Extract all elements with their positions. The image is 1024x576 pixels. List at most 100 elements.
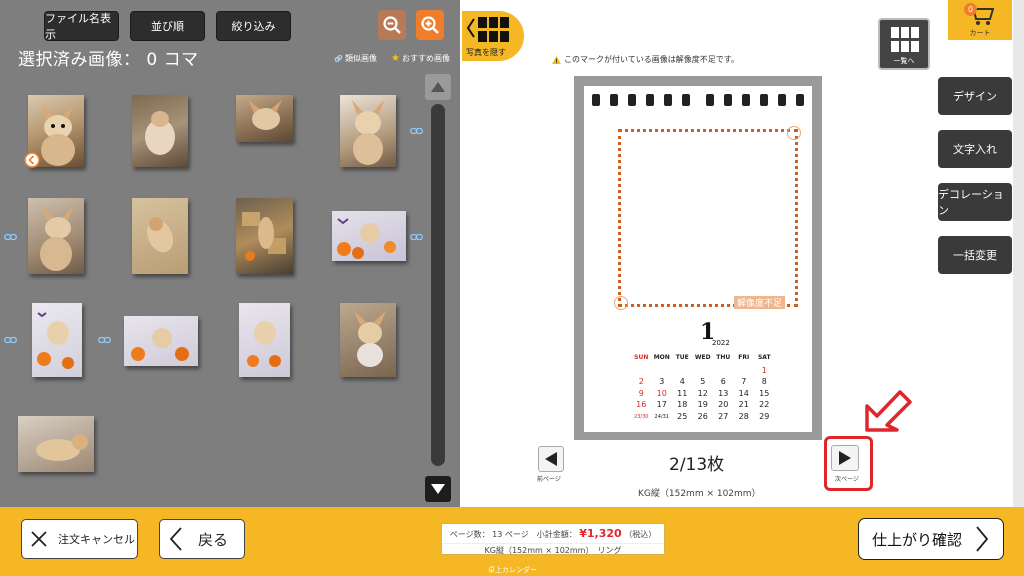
page-scrollbar[interactable]	[1013, 0, 1024, 507]
day-cell: 26	[697, 411, 708, 421]
photo-thumbnail[interactable]	[18, 416, 94, 472]
similar-link-icon	[410, 233, 423, 241]
photo-thumbnail[interactable]	[132, 198, 188, 274]
photo-thumbnail[interactable]	[340, 303, 396, 377]
day-cell: 5	[700, 377, 706, 386]
photo-thumbnail[interactable]	[132, 95, 188, 167]
binding-ring	[742, 94, 750, 106]
weekday-label: TUE	[675, 354, 689, 361]
day-cell: 12	[697, 388, 708, 398]
cart-button[interactable]: 0 カート	[948, 0, 1012, 40]
photo-thumbnail[interactable]	[32, 303, 82, 377]
scroll-down-button[interactable]	[425, 476, 451, 502]
photo-thumbnail[interactable]	[124, 316, 198, 366]
summary-size: KG縦（152mm × 102mm） リング	[442, 543, 664, 556]
zoom-out-button[interactable]	[378, 10, 406, 40]
page-indicator: 2/13枚	[669, 455, 725, 475]
day-cell: 28	[738, 411, 749, 421]
star-icon: ★	[391, 53, 400, 64]
zoom-in-button[interactable]	[416, 10, 444, 40]
legend-recommend-label: おすすめ画像	[401, 54, 450, 63]
day-cell: 16	[636, 400, 647, 409]
photo-thumbnail[interactable]	[236, 95, 293, 142]
grid-icon	[891, 27, 919, 52]
photo-thumbnail[interactable]	[239, 303, 290, 377]
legend-similar-label: 類似画像	[345, 54, 377, 63]
day-cell	[672, 366, 693, 378]
day-cell: 13	[718, 388, 729, 398]
scroll-up-button[interactable]	[425, 74, 451, 100]
binding-ring	[610, 94, 618, 106]
week-row: 1	[631, 366, 775, 378]
chihuahua-photo-icon	[354, 311, 386, 367]
chihuahua-photo-icon	[145, 111, 175, 155]
product-type-label: 卓上カレンダー	[488, 566, 537, 574]
bulk-change-button[interactable]: 一括変更	[938, 236, 1012, 274]
back-button[interactable]: 戻る	[159, 519, 245, 559]
day-cell	[734, 366, 755, 378]
binding-ring	[796, 94, 804, 106]
photo-thumbnail[interactable]	[340, 95, 396, 167]
day-cell: 1	[761, 365, 767, 375]
day-cell: 18	[677, 400, 688, 409]
add-text-button[interactable]: 文字入れ	[938, 130, 1012, 168]
resolution-note: 解像度不足	[734, 296, 786, 309]
cancel-order-button[interactable]: 注文キャンセル	[21, 519, 138, 559]
week-row: 16 17 18 19 20 21 22	[631, 400, 775, 412]
weekday-label: SUN	[634, 354, 649, 361]
week-row: 23/30 24/31 25 26 27 28 29	[631, 412, 775, 424]
calendar-year: 2022	[712, 339, 730, 347]
day-cell: 14	[738, 388, 749, 398]
binding-ring	[682, 94, 690, 106]
photo-thumbnail[interactable]	[28, 198, 84, 274]
day-cell: 19	[697, 400, 708, 409]
chevron-right-icon	[976, 526, 989, 552]
design-button[interactable]: デザイン	[938, 77, 1012, 115]
cart-count-badge: 0	[964, 3, 977, 16]
cancel-order-label: 注文キャンセル	[58, 533, 135, 546]
photo-drop-area[interactable]	[618, 129, 798, 307]
legend-recommend: ★ おすすめ画像	[391, 53, 450, 64]
close-icon	[31, 531, 47, 547]
prev-page-button[interactable]	[538, 446, 564, 472]
sort-button[interactable]: 並び順	[130, 11, 205, 41]
page-list-button[interactable]: 一覧へ	[878, 18, 930, 70]
link-icon	[334, 54, 343, 63]
corner-handle-icon	[787, 126, 801, 140]
grid-icon	[478, 17, 509, 42]
photo-scrollbar[interactable]	[425, 74, 451, 504]
zoom-in-icon	[421, 16, 439, 34]
calendar-grid: SUN MON TUE WED THU FRI SAT 1 2 3 4 5 6 …	[631, 354, 775, 423]
decoration-button[interactable]: デコレーション	[938, 183, 1012, 221]
warning-text: このマークが付いている画像は解像度不足です。	[564, 55, 739, 64]
editor-panel: 写真を隠す このマークが付いている画像は解像度不足です。 一覧へ 0 カート デ…	[460, 0, 1024, 507]
chevron-left-icon	[466, 18, 475, 38]
chevron-left-icon	[170, 527, 182, 551]
summary-pages: ページ数： 13 ページ 小計金額：	[449, 530, 577, 539]
hide-photos-button[interactable]: 写真を隠す	[462, 11, 524, 61]
day-cell: 2	[638, 377, 644, 386]
order-summary: ページ数： 13 ページ 小計金額： ¥1,320 （税込） KG縦（152mm…	[441, 523, 665, 555]
binding-ring	[724, 94, 732, 106]
day-cell: 15	[759, 388, 770, 398]
halloween-photo-icon	[337, 218, 396, 259]
cart-label: カート	[969, 29, 991, 37]
chihuahua-photo-icon	[352, 100, 384, 165]
page-list-label: 一覧へ	[893, 57, 915, 65]
photo-thumbnail[interactable]	[236, 198, 293, 274]
photo-thumbnail[interactable]	[332, 211, 406, 261]
show-filename-button[interactable]: ファイル名表示	[44, 11, 119, 41]
weekday-header-row: SUN MON TUE WED THU FRI SAT	[631, 354, 775, 366]
day-cell: 10	[656, 388, 667, 398]
day-cell: 21	[738, 400, 749, 409]
next-page-button[interactable]	[831, 445, 859, 471]
preview-confirm-button[interactable]: 仕上がり確認	[858, 518, 1004, 560]
binding-ring	[592, 94, 600, 106]
binding-ring	[778, 94, 786, 106]
filter-button[interactable]: 絞り込み	[216, 11, 291, 41]
tax-note: （税込）	[624, 530, 657, 539]
binding-ring	[646, 94, 654, 106]
subtotal-price: ¥1,320	[579, 527, 622, 540]
scroll-track[interactable]	[431, 104, 445, 466]
chihuahua-photo-icon	[146, 217, 174, 253]
